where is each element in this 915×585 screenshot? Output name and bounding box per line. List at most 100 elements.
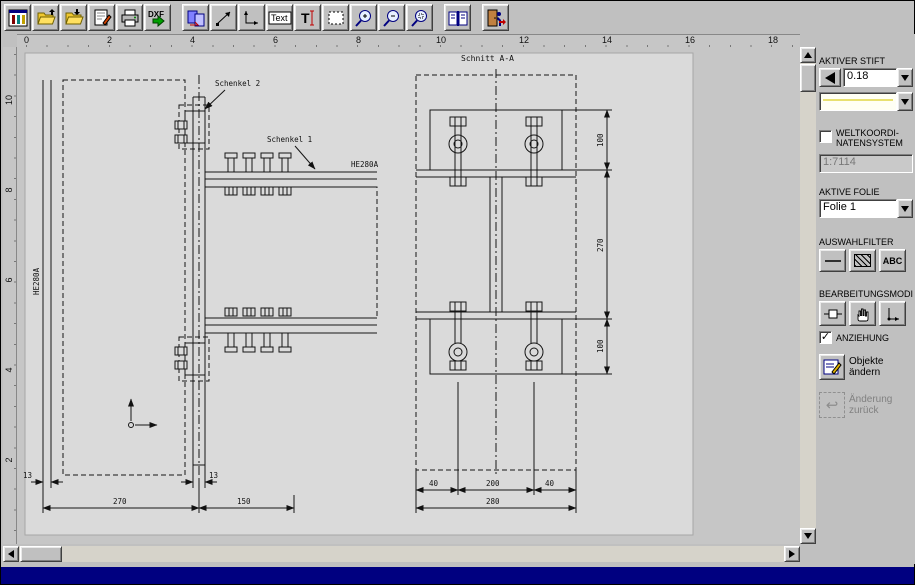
- pen-color-swatch: [819, 92, 897, 111]
- dimension-label: 200: [486, 479, 500, 488]
- filter-hatch-button[interactable]: [849, 249, 876, 272]
- selection-rect-button[interactable]: [322, 4, 349, 31]
- pen-arrow-icon: [825, 72, 835, 84]
- arrow-up-icon: [804, 52, 812, 58]
- ruler-number: 8: [356, 35, 361, 45]
- app-button[interactable]: [4, 4, 31, 31]
- weltkoordinaten-label: WELTKOORDI- NATENSYSTEM: [836, 128, 903, 148]
- folie-dropdown-button[interactable]: [897, 199, 913, 218]
- pen-width-dropdown-button[interactable]: [897, 68, 913, 87]
- dimension-label: 270: [596, 238, 605, 252]
- dxf-export-button[interactable]: DXF: [144, 4, 171, 31]
- ruler-number: 18: [768, 35, 778, 45]
- chevron-down-icon: [901, 206, 909, 212]
- folie-value: Folie 1: [819, 199, 897, 218]
- paper-sheet: [25, 53, 693, 535]
- pen-pick-button[interactable]: [819, 68, 841, 87]
- dimension-label: 40: [429, 479, 439, 488]
- scale-field: 1:7114: [819, 154, 913, 173]
- edit-objects-icon: [822, 357, 842, 377]
- zoom-window-button[interactable]: [406, 4, 433, 31]
- scroll-up-button[interactable]: [800, 47, 816, 63]
- anziehung-label: ANZIEHUNG: [836, 333, 889, 343]
- horizontal-scroll-thumb[interactable]: [20, 546, 62, 562]
- open-button[interactable]: [32, 4, 59, 31]
- ruler-number: 8: [4, 183, 14, 197]
- text-edit-button[interactable]: T: [294, 4, 321, 31]
- file-convert-button[interactable]: [182, 4, 209, 31]
- dimension-label: 13: [209, 471, 218, 480]
- exit-button[interactable]: [482, 4, 509, 31]
- chevron-down-icon: [901, 75, 909, 81]
- arrow-down-icon: [804, 533, 812, 539]
- schenkel1-label: Schenkel 1: [267, 135, 312, 144]
- filter-line-button[interactable]: [819, 249, 846, 272]
- weltkoordinaten-checkbox[interactable]: [819, 130, 832, 143]
- zoom-in-button[interactable]: [350, 4, 377, 31]
- vertical-scrollbar[interactable]: [800, 47, 816, 544]
- drawing-canvas[interactable]: HE280A HE280A: [17, 47, 800, 544]
- anderung-zuruck-button[interactable]: ↩ Änderung zurück: [819, 392, 914, 418]
- bearbeitungsmodi-label: BEARBEITUNGSMODI: [819, 289, 913, 299]
- app-window: { "toolbar": { "dxf_label": "DXF", "text…: [0, 0, 915, 585]
- ruler-number: 12: [519, 35, 529, 45]
- dxf-export-icon: DXF: [147, 8, 169, 28]
- ruler-number: 4: [4, 363, 14, 377]
- arrow-left-icon: [8, 550, 14, 558]
- line-filter-icon: [824, 256, 842, 266]
- ruler-number: 4: [190, 35, 195, 45]
- dimension-label: 40: [545, 479, 555, 488]
- objekte-andern-icon-box: [819, 354, 845, 380]
- vertical-scroll-thumb[interactable]: [800, 64, 816, 92]
- horizontal-ruler: 0 2 4 6 8 10 12 14 16 18: [17, 34, 800, 47]
- scrollbar-corner: [800, 546, 816, 562]
- text-tool-button[interactable]: Text: [266, 4, 293, 31]
- ruler-number: 10: [4, 93, 14, 107]
- library-button[interactable]: [444, 4, 471, 31]
- scroll-down-button[interactable]: [800, 528, 816, 544]
- folie-combo[interactable]: Folie 1: [819, 199, 913, 218]
- app-icon: [8, 8, 28, 28]
- coordinate-tool-button[interactable]: [238, 4, 265, 31]
- line-tool-button[interactable]: [210, 4, 237, 31]
- objekte-andern-button[interactable]: Objekte ändern: [819, 354, 914, 380]
- objekte-andern-label: Objekte ändern: [849, 356, 914, 378]
- pen-color-dropdown-button[interactable]: [897, 92, 913, 111]
- axis-icon: [885, 306, 901, 322]
- ruler-number: 6: [4, 273, 14, 287]
- save-button[interactable]: [60, 4, 87, 31]
- status-bar: [1, 567, 914, 584]
- svg-text:DXF: DXF: [148, 10, 164, 19]
- pen-width-combo[interactable]: 0.18: [843, 68, 913, 87]
- zoom-out-button[interactable]: [378, 4, 405, 31]
- print-icon: [120, 8, 140, 28]
- filter-text-button[interactable]: ABC: [879, 249, 906, 272]
- mode-node-button[interactable]: [819, 301, 846, 326]
- undo-icon: ↩: [826, 396, 839, 414]
- svg-text:T: T: [301, 10, 310, 26]
- zoom-out-icon: [382, 8, 402, 28]
- scroll-right-button[interactable]: [784, 546, 800, 562]
- edit-document-icon: [92, 8, 112, 28]
- mode-move-button[interactable]: [849, 301, 876, 326]
- aktiver-stift-label: AKTIVER STIFT: [819, 56, 885, 66]
- dimension-label: 13: [23, 471, 32, 480]
- scroll-left-button[interactable]: [3, 546, 19, 562]
- pen-color-combo[interactable]: [819, 92, 913, 111]
- anziehung-checkbox[interactable]: ✓: [819, 331, 832, 344]
- vertical-ruler: 10 8 6 4 2: [3, 47, 17, 544]
- node-edit-icon: [824, 306, 842, 322]
- abc-filter-icon: ABC: [883, 256, 903, 266]
- weltkoordinaten-label-line1: WELTKOORDI-: [836, 128, 899, 138]
- mode-axis-button[interactable]: [879, 301, 906, 326]
- dimension-label: 270: [113, 497, 127, 506]
- hatch-filter-icon: [854, 254, 871, 267]
- print-button[interactable]: [116, 4, 143, 31]
- file-convert-icon: [186, 8, 206, 28]
- ruler-number: 2: [4, 453, 14, 467]
- schenkel2-label: Schenkel 2: [215, 79, 260, 88]
- dimension-label: 280: [486, 497, 500, 506]
- horizontal-scrollbar[interactable]: [3, 546, 800, 562]
- toolbar: DXF Text T: [1, 1, 914, 34]
- edit-document-button[interactable]: [88, 4, 115, 31]
